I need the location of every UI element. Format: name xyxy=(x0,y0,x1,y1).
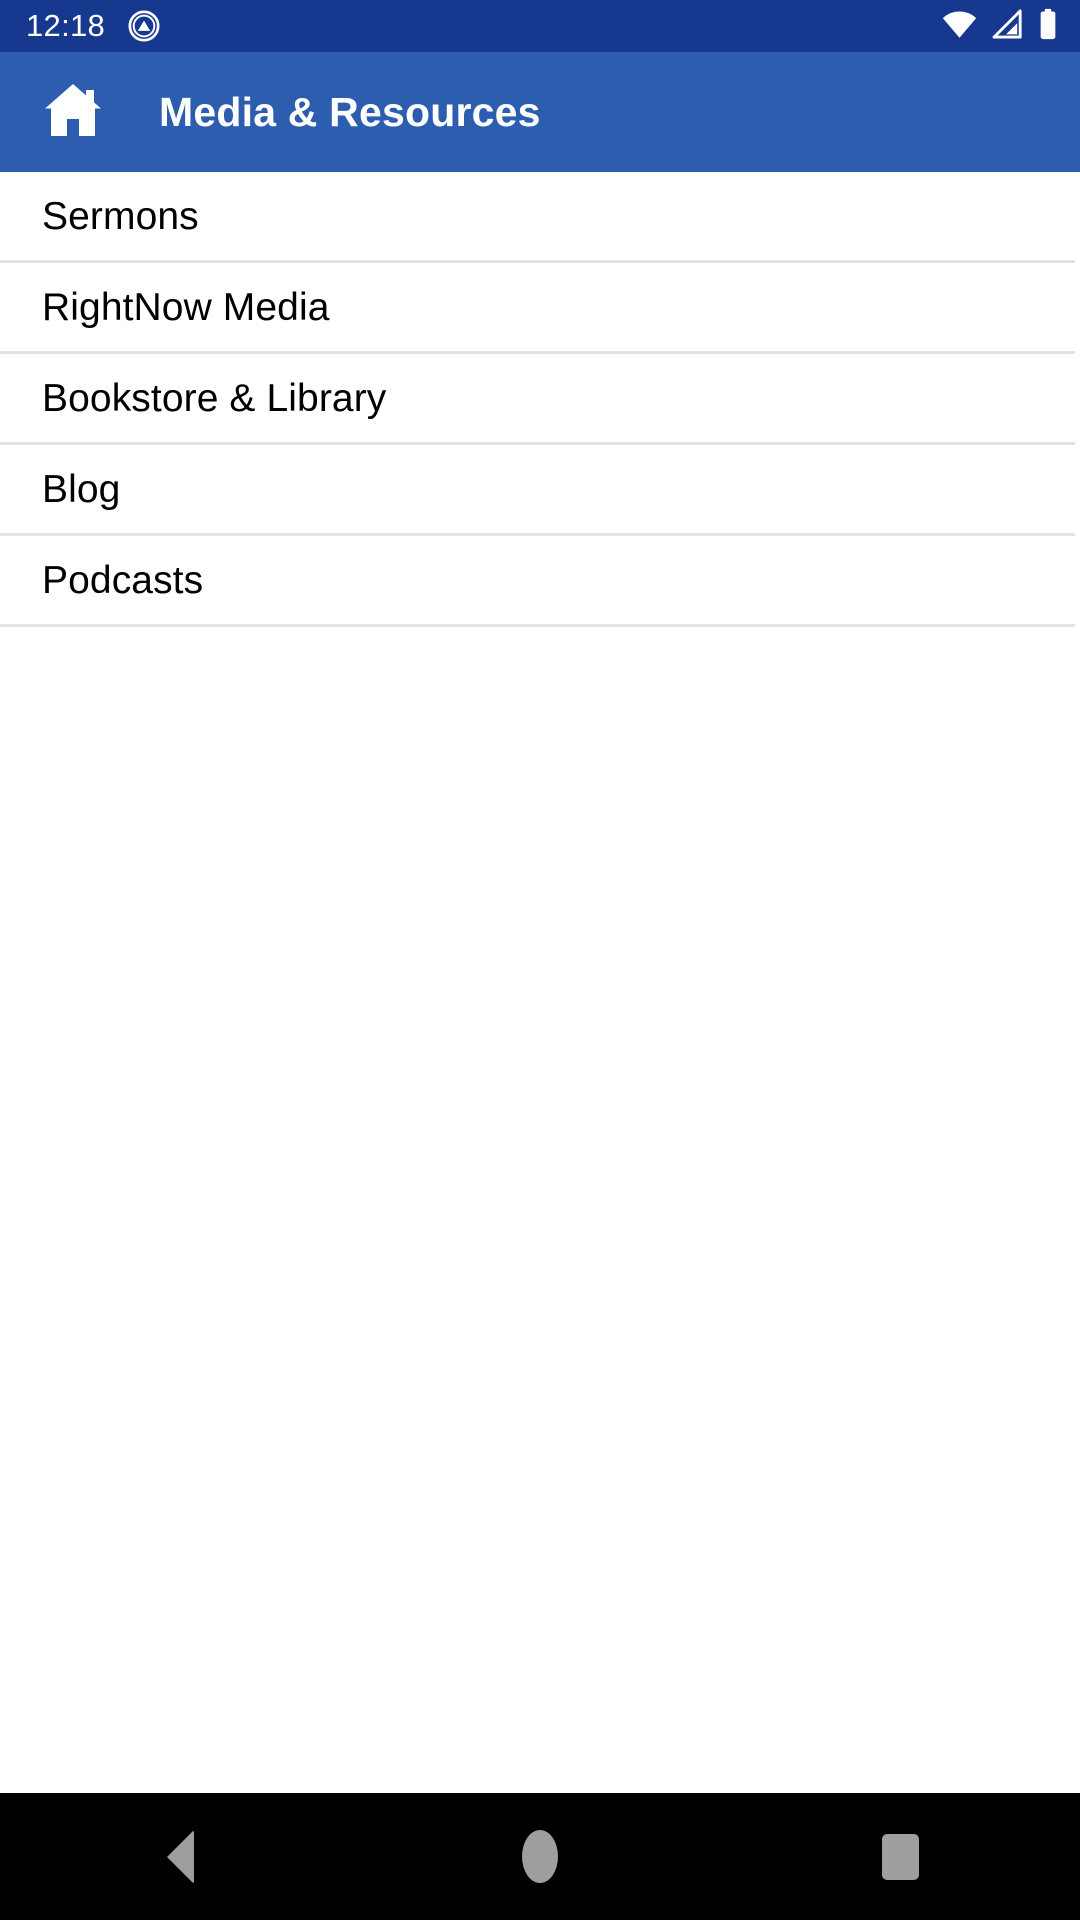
cell-signal-icon xyxy=(991,8,1024,44)
circle-home-icon xyxy=(522,1830,558,1883)
status-bar: 12:18 xyxy=(0,0,1080,52)
nav-back-button[interactable] xyxy=(0,1793,360,1920)
list-item-blog[interactable]: Blog xyxy=(0,445,1080,533)
nav-recents-button[interactable] xyxy=(720,1793,1080,1920)
home-button[interactable] xyxy=(42,81,104,143)
battery-icon xyxy=(1038,8,1058,45)
triangle-back-icon xyxy=(166,1829,194,1884)
media-resources-list: Sermons RightNow Media Bookstore & Libra… xyxy=(0,172,1080,627)
list-item-label: Bookstore & Library xyxy=(42,376,387,420)
list-item-label: Blog xyxy=(42,467,121,511)
android-navigation-bar xyxy=(0,1793,1080,1920)
list-item-label: Podcasts xyxy=(42,558,204,602)
list-item-bookstore-library[interactable]: Bookstore & Library xyxy=(0,354,1080,442)
nav-home-button[interactable] xyxy=(360,1793,720,1920)
list-item-label: Sermons xyxy=(42,194,199,238)
status-bar-clock: 12:18 xyxy=(26,8,106,43)
list-item-rightnow-media[interactable]: RightNow Media xyxy=(0,263,1080,351)
phone-screen: 12:18 Media & Resources Sermons RightNow… xyxy=(0,0,1080,1920)
page-title: Media & Resources xyxy=(159,88,541,135)
list-item-label: RightNow Media xyxy=(42,285,330,329)
list-item-sermons[interactable]: Sermons xyxy=(0,172,1080,260)
status-bar-right xyxy=(942,8,1058,45)
list-divider xyxy=(0,624,1075,627)
square-recents-icon xyxy=(881,1833,919,1880)
status-bar-left: 12:18 xyxy=(26,0,161,52)
home-icon xyxy=(42,81,104,144)
app-bar: Media & Resources xyxy=(0,52,1080,172)
wifi-icon xyxy=(942,9,977,44)
list-item-podcasts[interactable]: Podcasts xyxy=(0,536,1080,624)
app-notification-icon xyxy=(127,9,161,43)
